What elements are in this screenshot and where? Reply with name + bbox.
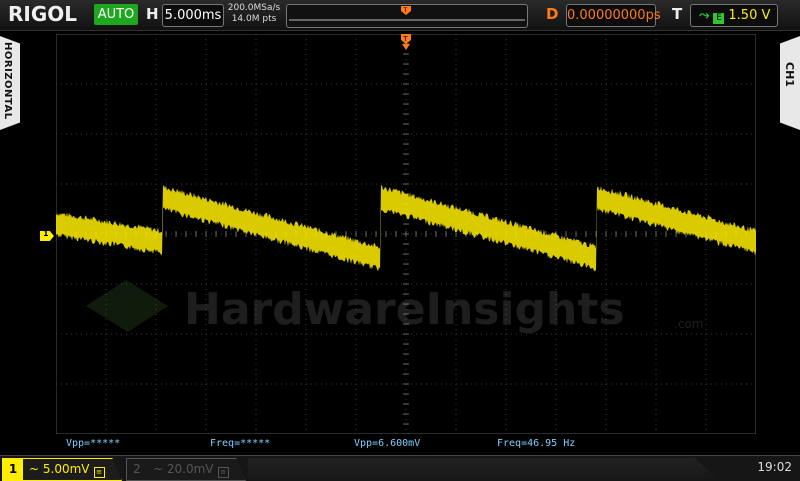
memory-waveform-icon: T (289, 6, 525, 21)
horizontal-menu-tab[interactable]: HORIZONTAL (0, 36, 20, 130)
ch1-scale-button[interactable]: 1 ~ 5.00mV ≡ (2, 458, 122, 481)
system-clock: 19:02 (757, 460, 792, 474)
trigger-settings[interactable]: ⤳ E 1.50 V (690, 4, 778, 27)
acquisition-info: 200.0MSa/s 14.0M pts (226, 3, 282, 25)
trigger-label: T (672, 5, 683, 23)
top-status-bar: RIGOL AUTO H 5.000ms 200.0MSa/s 14.0M pt… (0, 0, 800, 31)
ch1-tab-label: CH1 (783, 62, 796, 87)
waveform-display[interactable]: HardwareInsights .com T (56, 34, 756, 434)
trigger-source-badge: E (713, 13, 725, 24)
measure-vpp-2: Vpp=6.600mV (354, 438, 421, 449)
ch2-number: 2 (133, 462, 141, 476)
horizontal-tab-label: HORIZONTAL (2, 42, 13, 120)
bottom-bar-spacer (248, 458, 718, 479)
horizontal-label: H (146, 5, 159, 23)
sample-rate: 200.0MSa/s (227, 3, 281, 13)
ch1-number: 1 (3, 459, 23, 480)
rising-edge-icon: ⤳ (699, 8, 710, 23)
ch2-scale: ~ 20.0mV (153, 462, 214, 476)
measure-freq-2: Freq=46.95 Hz (497, 438, 576, 449)
ch1-menu-tab[interactable]: CH1 (780, 36, 800, 130)
trigger-delay-field[interactable]: 0.00000000ps (566, 4, 661, 27)
watermark-text: HardwareInsights (184, 284, 625, 335)
brand-logo: RIGOL (8, 2, 78, 26)
trigger-level: 1.50 V (728, 8, 771, 23)
svg-text:T: T (402, 35, 408, 43)
memory-overview[interactable]: T (286, 4, 528, 28)
delay-label: D (546, 5, 559, 23)
svg-text:T: T (403, 7, 408, 14)
bottom-status-bar: 1 ~ 5.00mV ≡ 2 ~ 20.0mV ≡ 19:02 (0, 455, 800, 481)
measure-freq-1: Freq=***** (210, 438, 271, 449)
bandwidth-limit-icon: ≡ (217, 467, 229, 478)
ch1-scale: ~ 5.00mV (29, 462, 90, 476)
ch1-offset-marker[interactable]: 1 (40, 231, 54, 241)
memory-depth: 14.0M pts (231, 14, 277, 24)
watermark-suffix: .com (674, 317, 703, 331)
ch2-scale-button[interactable]: 2 ~ 20.0mV ≡ (126, 458, 246, 481)
measure-vpp-1: Vpp=***** (66, 438, 121, 449)
trigger-mode-button[interactable]: AUTO (94, 4, 138, 25)
timebase-field[interactable]: 5.000ms (162, 4, 224, 27)
bandwidth-limit-icon: ≡ (93, 467, 105, 478)
ch1-marker-label: 1 (43, 229, 49, 238)
